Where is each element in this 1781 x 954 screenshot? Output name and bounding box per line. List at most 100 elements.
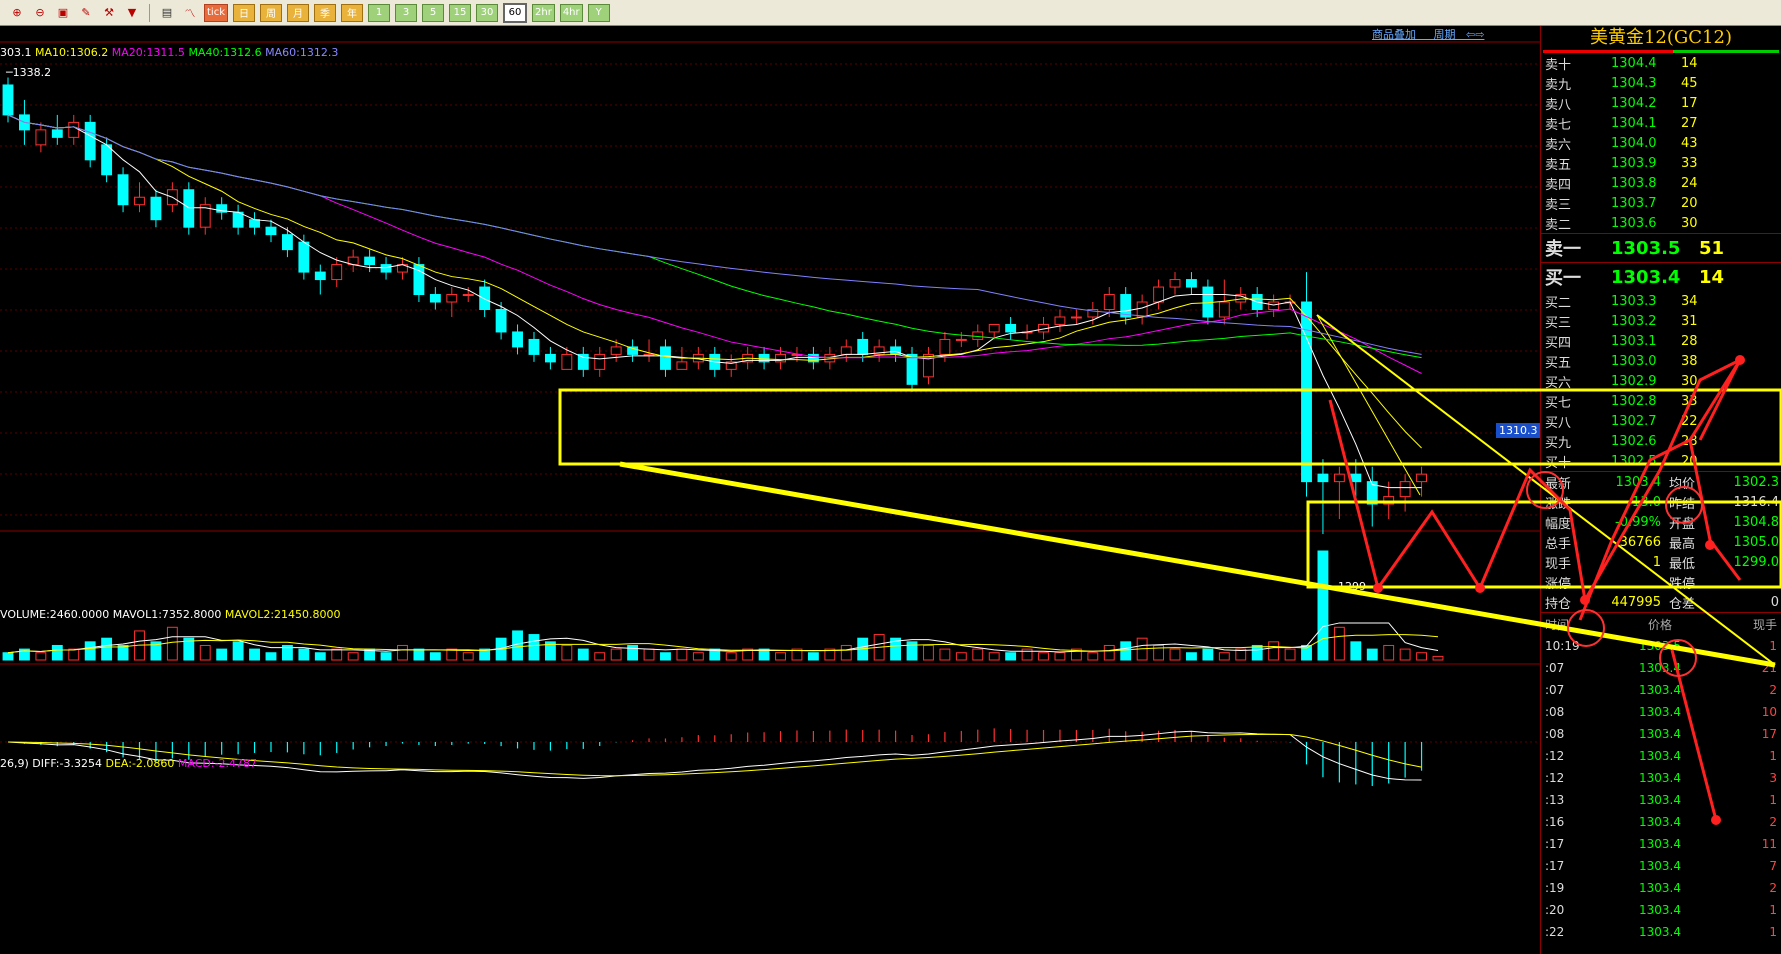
- bid-level-1[interactable]: 买一 1303.4 14: [1541, 263, 1781, 291]
- tick-time-header: 时间: [1545, 617, 1570, 632]
- zoom-in-icon[interactable]: ⊕: [8, 5, 26, 21]
- bid1-label: 买一: [1545, 268, 1581, 289]
- ask-level-1[interactable]: 卖一 1303.5 51: [1541, 234, 1781, 262]
- volume-bar: [1383, 644, 1395, 661]
- period-5-button[interactable]: 5: [422, 3, 444, 22]
- volume-bar: [561, 644, 573, 661]
- ask-level-2[interactable]: 卖二 1303.6 30: [1541, 213, 1781, 233]
- tick-time: :17: [1545, 837, 1565, 851]
- avg-value: 1302.3: [1733, 474, 1780, 490]
- candle-body: [528, 338, 540, 355]
- ma10-value: MA10:1306.2: [35, 46, 109, 59]
- bid-level-7[interactable]: 买七 1302.8 33: [1541, 391, 1781, 411]
- oi-label: 持仓: [1545, 596, 1572, 612]
- period-3-button[interactable]: 3: [395, 3, 417, 22]
- volume-bar: [1416, 652, 1427, 661]
- ask-level-6[interactable]: 卖六 1304.0 43: [1541, 133, 1781, 153]
- ask-volume: 30: [1681, 215, 1698, 231]
- filter-icon[interactable]: ▼: [123, 5, 141, 21]
- bid-level-2[interactable]: 买二 1303.3 34: [1541, 291, 1781, 311]
- candle-body: [117, 174, 129, 206]
- candle-body: [840, 346, 852, 355]
- ask-level-3[interactable]: 卖三 1303.7 20: [1541, 193, 1781, 213]
- bid-label: 买十: [1545, 455, 1572, 471]
- period-30-button[interactable]: 30: [476, 3, 498, 22]
- bid-level-8[interactable]: 买八 1302.7 22: [1541, 411, 1781, 431]
- tick-button[interactable]: tick: [204, 3, 228, 22]
- tick-row: :17 1303.4 7: [1541, 855, 1781, 877]
- period-y-button[interactable]: Y: [587, 3, 610, 22]
- candle-body: [68, 121, 80, 138]
- period-link[interactable]: 周期: [1433, 28, 1455, 41]
- bid-level-6[interactable]: 买六 1302.9 30: [1541, 371, 1781, 391]
- overlay-commodity-link[interactable]: 商品叠加: [1372, 28, 1416, 41]
- period-1-button[interactable]: 1: [368, 3, 390, 22]
- table-icon[interactable]: ▤: [158, 5, 176, 21]
- ask-volume: 43: [1681, 135, 1698, 151]
- nav-arrows-icon[interactable]: ⇦⇨: [1466, 28, 1484, 41]
- volume-bar: [1202, 648, 1214, 661]
- tick-row: :08 1303.4 17: [1541, 723, 1781, 745]
- ask1-price: 1303.5: [1611, 237, 1681, 259]
- ask-price: 1303.9: [1611, 155, 1657, 171]
- candle-body: [462, 294, 474, 297]
- period-2hr-button[interactable]: 2hr: [532, 3, 555, 22]
- tools-icon[interactable]: ⚒: [100, 5, 118, 21]
- zoom-out-icon[interactable]: ⊖: [31, 5, 49, 21]
- ask-level-8[interactable]: 卖八 1304.2 17: [1541, 93, 1781, 113]
- bid-level-4[interactable]: 买四 1303.1 28: [1541, 331, 1781, 351]
- candle-body: [1268, 301, 1280, 310]
- volume-bar: [298, 648, 310, 661]
- candle-body: [1317, 473, 1329, 483]
- month-button[interactable]: 月: [287, 3, 309, 22]
- bid-level-10[interactable]: 买十 1302.5 20: [1541, 451, 1781, 471]
- week-button[interactable]: 周: [260, 3, 282, 22]
- now-label: 现手: [1545, 556, 1572, 572]
- stat-row-now: 现手 1 最低 1299.0: [1545, 552, 1781, 572]
- window-icon[interactable]: ▣: [54, 5, 72, 21]
- ask-level-4[interactable]: 卖四 1303.8 24: [1541, 173, 1781, 193]
- tick-row: :22 1303.4 1: [1541, 921, 1781, 943]
- ask-level-9[interactable]: 卖九 1304.3 45: [1541, 73, 1781, 93]
- volume-bar: [462, 652, 474, 661]
- volume-bar: [314, 652, 326, 661]
- candle-body: [1153, 286, 1165, 303]
- low-value: 1299.0: [1733, 554, 1780, 570]
- volume-bar: [1268, 641, 1280, 661]
- tick-time: :22: [1545, 925, 1565, 939]
- candle-body: [1136, 301, 1148, 318]
- candle-body: [676, 361, 688, 370]
- pencil-icon[interactable]: ✎: [77, 5, 95, 21]
- bid-level-3[interactable]: 买三 1303.2 31: [1541, 311, 1781, 331]
- bid-level-5[interactable]: 买五 1303.0 38: [1541, 351, 1781, 371]
- toolbar: ⊕ ⊖ ▣ ✎ ⚒ ▼ ▤ 〽 tick 日 周 月 季 年 1 3 5 15 …: [0, 0, 1781, 26]
- ask-level-10[interactable]: 卖十 1304.4 14: [1541, 53, 1781, 73]
- candle-body: [512, 331, 523, 348]
- period-15-button[interactable]: 15: [449, 3, 471, 22]
- day-button[interactable]: 日: [233, 3, 255, 22]
- volume-bar: [676, 648, 688, 661]
- line-chart-icon[interactable]: 〽: [181, 5, 199, 21]
- period-60-button[interactable]: 60: [503, 2, 527, 23]
- ask-level-5[interactable]: 卖五 1303.9 33: [1541, 153, 1781, 173]
- ask-level-7[interactable]: 卖七 1304.1 27: [1541, 113, 1781, 133]
- macd-params: 26,9): [0, 757, 29, 770]
- period-4hr-button[interactable]: 4hr: [559, 3, 583, 22]
- bid-level-9[interactable]: 买九 1302.6 28: [1541, 431, 1781, 451]
- order-book-panel: 美黄金12(GC12) 卖十 1304.4 14 卖九 1304.3 45 卖八 1304.2…: [1540, 26, 1781, 954]
- candle-body: [281, 234, 293, 251]
- volume-bar: [35, 652, 47, 661]
- year-button[interactable]: 年: [341, 3, 363, 22]
- tick-list[interactable]: 10:19 1303.5 1:07 1303.4 21:07 1303.4 2:08 1303…: [1541, 635, 1781, 943]
- bid-volume: 31: [1681, 313, 1698, 329]
- mavol1-line: [7, 622, 1439, 654]
- tick-row: :07 1303.4 2: [1541, 679, 1781, 701]
- price-chart[interactable]: [0, 26, 1540, 954]
- candle-body: [1333, 473, 1345, 483]
- tick-time: :19: [1545, 881, 1565, 895]
- season-button[interactable]: 季: [314, 3, 336, 22]
- mavol2-value: MAVOL2:21450.8000: [224, 608, 341, 621]
- pct-value: -0.99%: [1615, 514, 1661, 530]
- volume-bar: [923, 644, 934, 661]
- candle-body: [51, 129, 63, 138]
